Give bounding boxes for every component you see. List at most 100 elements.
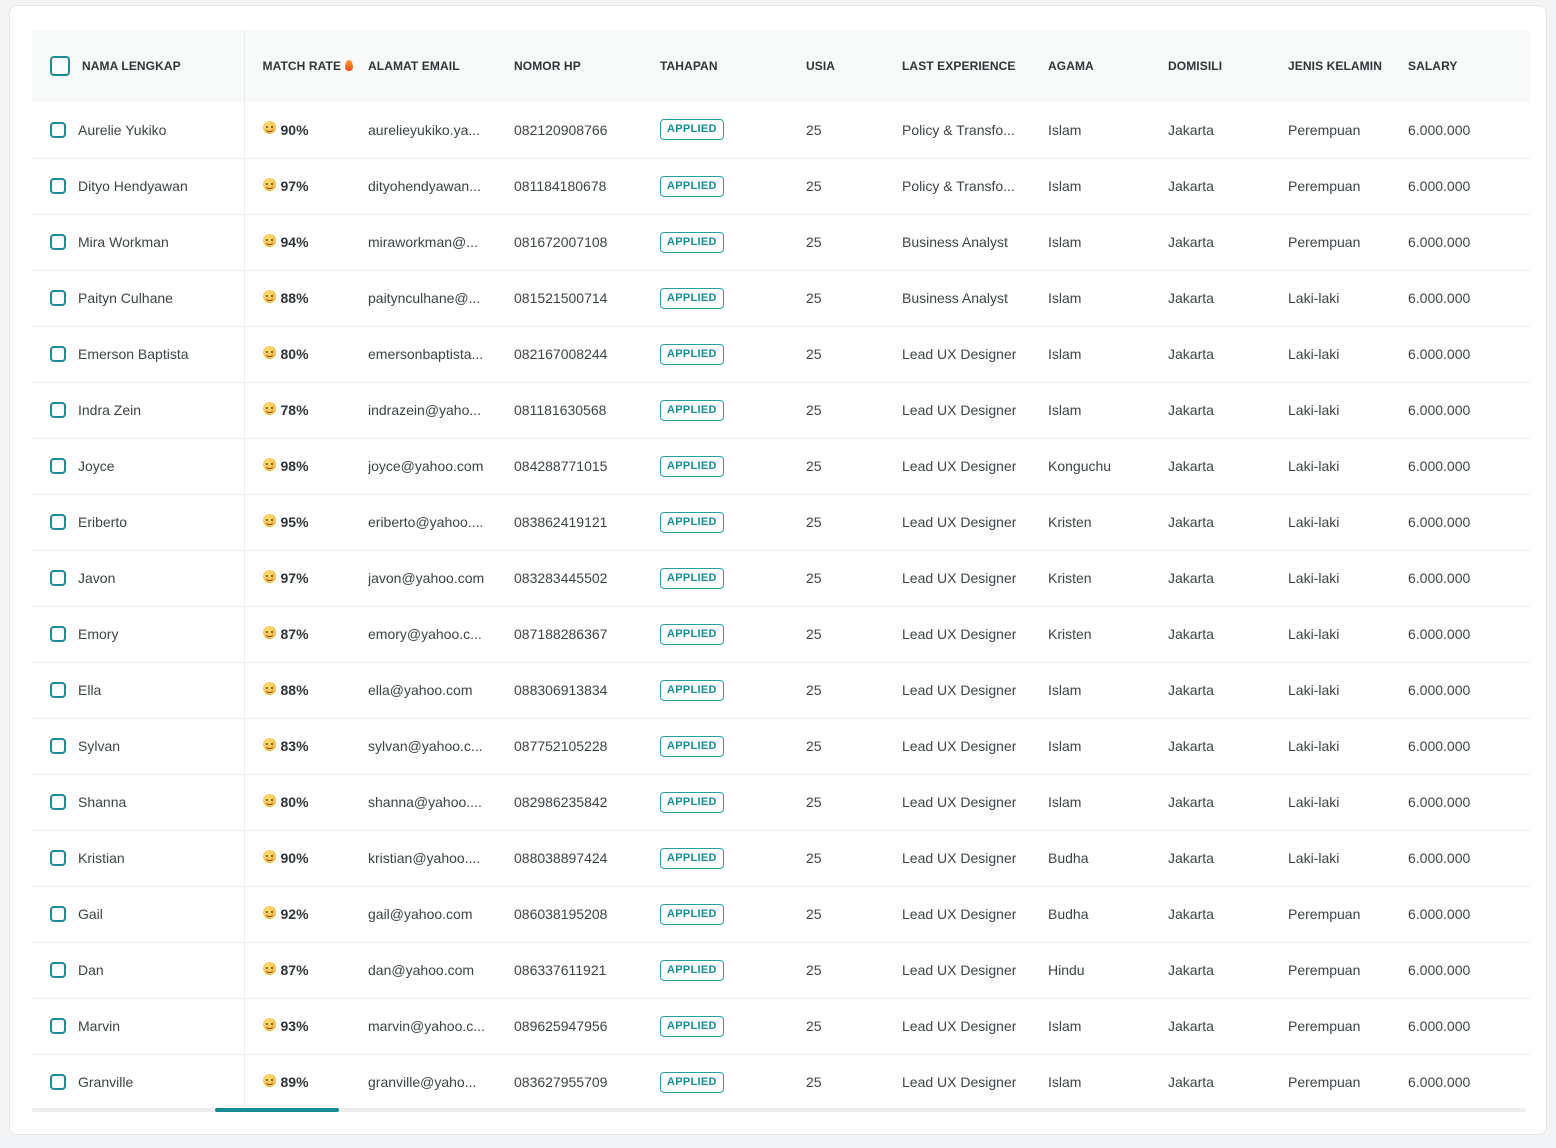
table-row[interactable]: Emerson Baptista 80% emersonbaptista... …	[32, 326, 1530, 383]
row-checkbox[interactable]	[50, 234, 66, 250]
header-stage[interactable]: TAHAPAN	[660, 30, 806, 102]
row-checkbox[interactable]	[50, 906, 66, 922]
header-age-label: USIA	[806, 59, 836, 73]
row-checkbox[interactable]	[50, 794, 66, 810]
row-checkbox[interactable]	[50, 626, 66, 642]
candidate-name[interactable]: Emerson Baptista	[78, 346, 189, 362]
star-struck-face-icon	[262, 233, 276, 247]
candidate-name[interactable]: Paityn Culhane	[78, 290, 173, 306]
header-experience[interactable]: LAST EXPERIENCE	[902, 30, 1048, 102]
cell-age: 25	[806, 662, 902, 719]
row-checkbox[interactable]	[50, 514, 66, 530]
candidate-name[interactable]: Dan	[78, 962, 104, 978]
cell-experience: Lead UX Designer	[902, 550, 1048, 607]
row-checkbox[interactable]	[50, 121, 66, 138]
row-checkbox[interactable]	[50, 290, 66, 306]
cell-name: Granville	[32, 1054, 245, 1110]
cell-gender: Laki-laki	[1288, 270, 1408, 327]
stage-badge: APPLIED	[660, 1071, 724, 1093]
table-row[interactable]: Mira Workman 94% miraworkman@... 0816720…	[32, 214, 1530, 271]
table-row[interactable]: Shanna 80% shanna@yahoo.... 082986235842…	[32, 774, 1530, 831]
row-checkbox[interactable]	[50, 1018, 66, 1034]
cell-match-rate: 93%	[244, 998, 368, 1055]
table-row[interactable]: Aurelie Yukiko 90% aurelieyukiko.ya... 0…	[32, 102, 1530, 159]
table-row[interactable]: Indra Zein 78% indrazein@yaho... 0811816…	[32, 382, 1530, 439]
cell-stage: APPLIED	[660, 830, 806, 887]
horizontal-scrollbar-thumb[interactable]	[215, 1108, 339, 1112]
candidate-name[interactable]: Aurelie Yukiko	[78, 122, 166, 138]
table-row[interactable]: Gail 92% gail@yahoo.com 086038195208 APP…	[32, 886, 1530, 943]
cell-religion: Islam	[1048, 998, 1168, 1055]
header-phone[interactable]: NOMOR HP	[514, 30, 660, 102]
table-row[interactable]: Eriberto 95% eriberto@yahoo.... 08386241…	[32, 494, 1530, 551]
cell-age: 25	[806, 1054, 902, 1110]
cell-domicile: Jakarta	[1168, 550, 1288, 607]
row-checkbox[interactable]	[50, 682, 66, 698]
header-religion[interactable]: AGAMA	[1048, 30, 1168, 102]
header-gender[interactable]: JENIS KELAMIN	[1288, 30, 1408, 102]
cell-email: miraworkman@...	[368, 214, 514, 271]
cell-name: Ella	[32, 662, 245, 719]
row-checkbox[interactable]	[50, 1074, 66, 1090]
candidate-name[interactable]: Emory	[78, 626, 118, 642]
table-row[interactable]: Ella 88% ella@yahoo.com 088306913834 APP…	[32, 662, 1530, 719]
candidate-name[interactable]: Marvin	[78, 1018, 120, 1034]
candidate-table-scroll-area[interactable]: NAMA LENGKAP MATCH RATE ALAMAT EMAIL NOM…	[32, 30, 1530, 1110]
table-row[interactable]: Kristian 90% kristian@yahoo.... 08803889…	[32, 830, 1530, 887]
cell-salary: 6.000.000	[1408, 494, 1530, 551]
cell-email: emory@yahoo.c...	[368, 606, 514, 663]
table-row[interactable]: Dityo Hendyawan 97% dityohendyawan... 08…	[32, 158, 1530, 215]
candidate-name[interactable]: Dityo Hendyawan	[78, 178, 188, 194]
select-all-checkbox[interactable]	[50, 56, 70, 76]
table-row[interactable]: Granville 89% granville@yaho... 08362795…	[32, 1054, 1530, 1110]
candidate-name[interactable]: Indra Zein	[78, 402, 141, 418]
candidate-name[interactable]: Eriberto	[78, 514, 127, 530]
candidate-name[interactable]: Joyce	[78, 458, 115, 474]
cell-phone: 087752105228	[514, 718, 660, 775]
cell-stage: APPLIED	[660, 214, 806, 271]
table-row[interactable]: Emory 87% emory@yahoo.c... 087188286367 …	[32, 606, 1530, 663]
header-age[interactable]: USIA	[806, 30, 902, 102]
header-match-rate[interactable]: MATCH RATE	[244, 30, 368, 102]
header-salary-label: SALARY	[1408, 59, 1458, 73]
table-row[interactable]: Paityn Culhane 88% paitynculhane@... 081…	[32, 270, 1530, 327]
header-religion-label: AGAMA	[1048, 59, 1094, 73]
table-row[interactable]: Javon 97% javon@yahoo.com 083283445502 A…	[32, 550, 1530, 607]
candidate-name[interactable]: Shanna	[78, 794, 126, 810]
table-header: NAMA LENGKAP MATCH RATE ALAMAT EMAIL NOM…	[32, 30, 1530, 102]
cell-email: marvin@yahoo.c...	[368, 998, 514, 1055]
row-checkbox[interactable]	[50, 178, 66, 194]
row-checkbox[interactable]	[50, 738, 66, 754]
header-name[interactable]: NAMA LENGKAP	[32, 30, 245, 102]
candidate-name[interactable]: Kristian	[78, 850, 125, 866]
header-email[interactable]: ALAMAT EMAIL	[368, 30, 514, 102]
table-row[interactable]: Marvin 93% marvin@yahoo.c... 08962594795…	[32, 998, 1530, 1055]
star-struck-face-icon	[262, 289, 276, 303]
candidate-name[interactable]: Granville	[78, 1074, 133, 1090]
cell-phone: 081184180678	[514, 158, 660, 215]
cell-phone: 082120908766	[514, 102, 660, 159]
header-domicile[interactable]: DOMISILI	[1168, 30, 1288, 102]
row-checkbox[interactable]	[50, 402, 66, 418]
table-row[interactable]: Joyce 98% joyce@yahoo.com 084288771015 A…	[32, 438, 1530, 495]
row-checkbox[interactable]	[50, 458, 66, 474]
candidate-name[interactable]: Gail	[78, 906, 103, 922]
cell-name: Eriberto	[32, 494, 245, 551]
cell-gender: Laki-laki	[1288, 774, 1408, 831]
match-rate-value: 92%	[280, 906, 309, 922]
stage-badge: APPLIED	[660, 511, 724, 533]
candidate-name[interactable]: Mira Workman	[78, 234, 169, 250]
candidate-name[interactable]: Sylvan	[78, 738, 120, 754]
cell-religion: Islam	[1048, 662, 1168, 719]
header-salary[interactable]: SALARY	[1408, 30, 1530, 102]
horizontal-scrollbar-track[interactable]	[32, 1108, 1526, 1112]
row-checkbox[interactable]	[50, 962, 66, 978]
table-row[interactable]: Sylvan 83% sylvan@yahoo.c... 08775210522…	[32, 718, 1530, 775]
row-checkbox[interactable]	[50, 850, 66, 866]
candidate-name[interactable]: Javon	[78, 570, 115, 586]
row-checkbox[interactable]	[50, 570, 66, 586]
row-checkbox[interactable]	[50, 346, 66, 362]
table-row[interactable]: Dan 87% dan@yahoo.com 086337611921 APPLI…	[32, 942, 1530, 999]
cell-domicile: Jakarta	[1168, 606, 1288, 663]
candidate-name[interactable]: Ella	[78, 682, 101, 698]
